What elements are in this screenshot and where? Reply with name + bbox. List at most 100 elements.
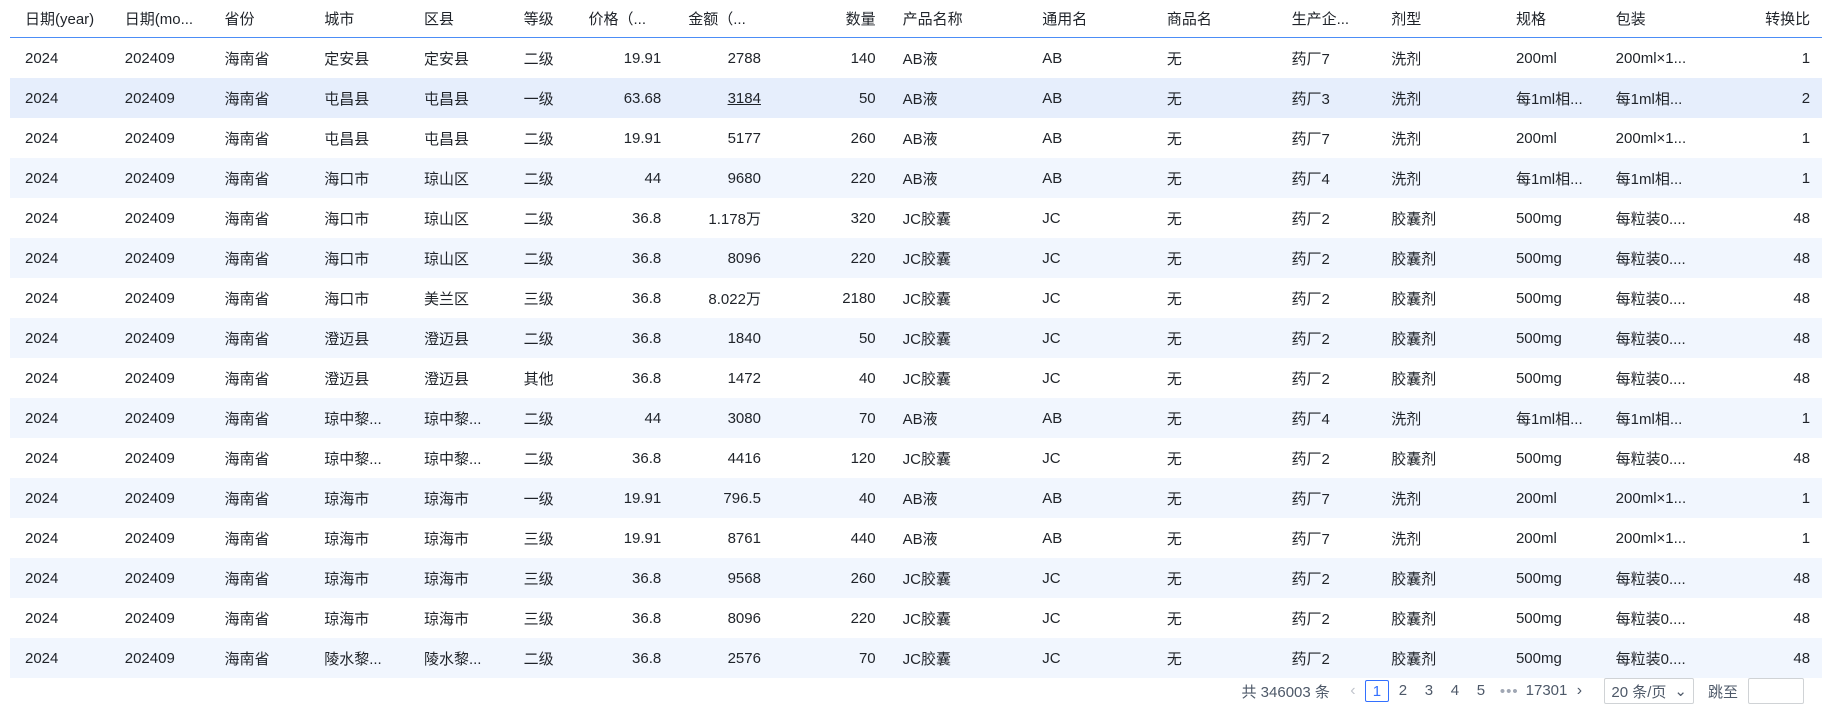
cell-product: AB液 (902, 170, 938, 188)
cell-ratio: 1 (1801, 169, 1811, 187)
table-row[interactable]: 2024 202409 海南省 琼中黎... 琼中黎... 二级 44 3080 70 AB液 AB… (10, 398, 1822, 438)
table-row[interactable]: 2024 202409 海南省 琼海市 琼海市 三级 36.8 9568 260 JC胶囊 JC 无 药… (10, 558, 1822, 598)
cell-ratio: 48 (1793, 329, 1811, 347)
cell-qty: 70 (858, 409, 876, 427)
more-pages-icon[interactable]: ••• (1500, 683, 1519, 700)
cell-trade: 无 (1166, 410, 1182, 428)
cell-city: 琼海市 (324, 570, 370, 588)
cell-trade: 无 (1166, 650, 1182, 668)
column-header-city[interactable]: 城市 (309, 8, 409, 29)
cell-generic: JC (1042, 329, 1061, 347)
table-row[interactable]: 2024 202409 海南省 屯昌县 屯昌县 二级 19.91 5177 260 AB液 AB 无 药… (10, 118, 1822, 158)
cell-form: 洗剂 (1391, 170, 1422, 188)
cell-form: 胶囊剂 (1391, 210, 1437, 228)
column-header-level[interactable]: 等级 (509, 8, 574, 29)
cell-month: 202409 (124, 89, 175, 107)
cell-month: 202409 (124, 649, 175, 667)
prev-page-icon[interactable]: ‹ (1342, 682, 1364, 700)
page-3-button[interactable]: 3 (1417, 680, 1441, 702)
table-row[interactable]: 2024 202409 海南省 琼海市 琼海市 三级 36.8 8096 220 JC胶囊 JC 无 药… (10, 598, 1822, 638)
table-row[interactable]: 2024 202409 海南省 定安县 定安县 二级 19.91 2788 140 AB液 AB 无 药… (10, 38, 1822, 78)
column-header-district[interactable]: 区县 (409, 8, 509, 29)
page-4-button[interactable]: 4 (1443, 680, 1467, 702)
cell-spec: 500mg (1515, 329, 1562, 347)
cell-district: 定安县 (423, 50, 469, 68)
cell-province: 海南省 (224, 210, 270, 228)
table-row[interactable]: 2024 202409 海南省 海口市 琼山区 二级 44 9680 220 AB液 AB 无 药厂4 洗… (10, 158, 1822, 198)
cell-maker: 药厂2 (1291, 570, 1330, 588)
cell-province: 海南省 (224, 410, 270, 428)
cell-year: 2024 (25, 49, 59, 67)
column-header-ratio[interactable]: 转换比 (1700, 8, 1822, 29)
column-header-trade[interactable]: 商品名 (1152, 8, 1277, 29)
cell-month: 202409 (124, 449, 175, 467)
cell-province: 海南省 (224, 610, 270, 628)
cell-spec: 200ml (1515, 129, 1557, 147)
cell-spec: 500mg (1515, 369, 1562, 387)
column-header-generic[interactable]: 通用名 (1027, 8, 1152, 29)
table-row[interactable]: 2024 202409 海南省 海口市 琼山区 二级 36.8 8096 220 JC胶囊 JC 无 药… (10, 238, 1822, 278)
table-row[interactable]: 2024 202409 海南省 琼海市 琼海市 一级 19.91 796.5 40 AB液 AB 无 药… (10, 478, 1822, 518)
cell-product: AB液 (902, 410, 938, 428)
table-row[interactable]: 2024 202409 海南省 海口市 美兰区 三级 36.8 8.022万 2180 JC胶囊 J… (10, 278, 1822, 318)
cell-city: 海口市 (324, 170, 370, 188)
column-header-spec[interactable]: 规格 (1501, 8, 1601, 29)
column-header-maker[interactable]: 生产企... (1277, 8, 1377, 29)
page-2-button[interactable]: 2 (1391, 680, 1415, 702)
column-header-price[interactable]: 价格（... (574, 8, 674, 29)
cell-district: 琼山区 (423, 210, 469, 228)
cell-form: 胶囊剂 (1391, 330, 1437, 348)
cell-price: 36.8 (632, 209, 662, 227)
page-size-select[interactable]: 20 条/页 ⌄ (1604, 678, 1694, 704)
cell-ratio: 48 (1793, 569, 1811, 587)
cell-pack: 每1ml相... (1615, 90, 1683, 108)
cell-form: 胶囊剂 (1391, 250, 1437, 268)
table-row[interactable]: 2024 202409 海南省 琼中黎... 琼中黎... 二级 36.8 4416 120 JC… (10, 438, 1822, 478)
cell-level: 一级 (523, 490, 554, 508)
column-header-year[interactable]: 日期(year) (10, 8, 110, 29)
column-header-qty[interactable]: 数量 (773, 8, 888, 29)
cell-province: 海南省 (224, 90, 270, 108)
last-page-button[interactable]: 17301 (1526, 680, 1568, 702)
cell-trade: 无 (1166, 90, 1182, 108)
cell-year: 2024 (25, 329, 59, 347)
table-row[interactable]: 2024 202409 海南省 屯昌县 屯昌县 一级 63.68 3184 50 AB液 AB 无 药厂… (10, 78, 1822, 118)
column-header-product[interactable]: 产品名称 (888, 8, 1028, 29)
cell-qty: 2180 (842, 289, 876, 307)
cell-city: 琼海市 (324, 610, 370, 628)
jump-page-input[interactable] (1748, 678, 1804, 704)
chevron-down-icon: ⌄ (1674, 683, 1687, 700)
column-header-pack[interactable]: 包装 (1601, 8, 1701, 29)
table-row[interactable]: 2024 202409 海南省 澄迈县 澄迈县 其他 36.8 1472 40 JC胶囊 JC 无 药厂… (10, 358, 1822, 398)
cell-amount: 8761 (727, 529, 761, 547)
column-header-form[interactable]: 剂型 (1376, 8, 1501, 29)
table-row[interactable]: 2024 202409 海南省 陵水黎... 陵水黎... 二级 36.8 2576 70 JC胶… (10, 638, 1822, 678)
page-1-button[interactable]: 1 (1364, 680, 1389, 702)
column-header-amount[interactable]: 金额（... (673, 8, 773, 29)
page-5-button[interactable]: 5 (1469, 680, 1493, 702)
cell-province: 海南省 (224, 570, 270, 588)
cell-month: 202409 (124, 489, 175, 507)
cell-generic: JC (1042, 369, 1061, 387)
cell-amount: 8096 (727, 609, 761, 627)
next-page-icon[interactable]: › (1568, 682, 1590, 700)
column-header-province[interactable]: 省份 (209, 8, 309, 29)
cell-province: 海南省 (224, 290, 270, 308)
column-header-month[interactable]: 日期(mo... (110, 8, 210, 29)
cell-qty: 320 (850, 209, 876, 227)
cell-generic: AB (1042, 89, 1063, 107)
cell-district: 琼中黎... (423, 410, 482, 428)
cell-ratio: 1 (1801, 409, 1811, 427)
table-row[interactable]: 2024 202409 海南省 琼海市 琼海市 三级 19.91 8761 440 AB液 AB 无 药… (10, 518, 1822, 558)
cell-product: JC胶囊 (902, 330, 951, 348)
cell-city: 海口市 (324, 290, 370, 308)
cell-form: 胶囊剂 (1391, 370, 1437, 388)
table-row[interactable]: 2024 202409 海南省 澄迈县 澄迈县 二级 36.8 1840 50 JC胶囊 JC 无 药厂… (10, 318, 1822, 358)
cell-ratio: 48 (1793, 649, 1811, 667)
table-row[interactable]: 2024 202409 海南省 海口市 琼山区 二级 36.8 1.178万 320 JC胶囊 JC… (10, 198, 1822, 238)
cell-price: 36.8 (632, 289, 662, 307)
cell-pack: 每粒装0.... (1615, 450, 1686, 468)
cell-qty: 440 (850, 529, 876, 547)
cell-spec: 500mg (1515, 569, 1562, 587)
cell-form: 洗剂 (1391, 90, 1422, 108)
